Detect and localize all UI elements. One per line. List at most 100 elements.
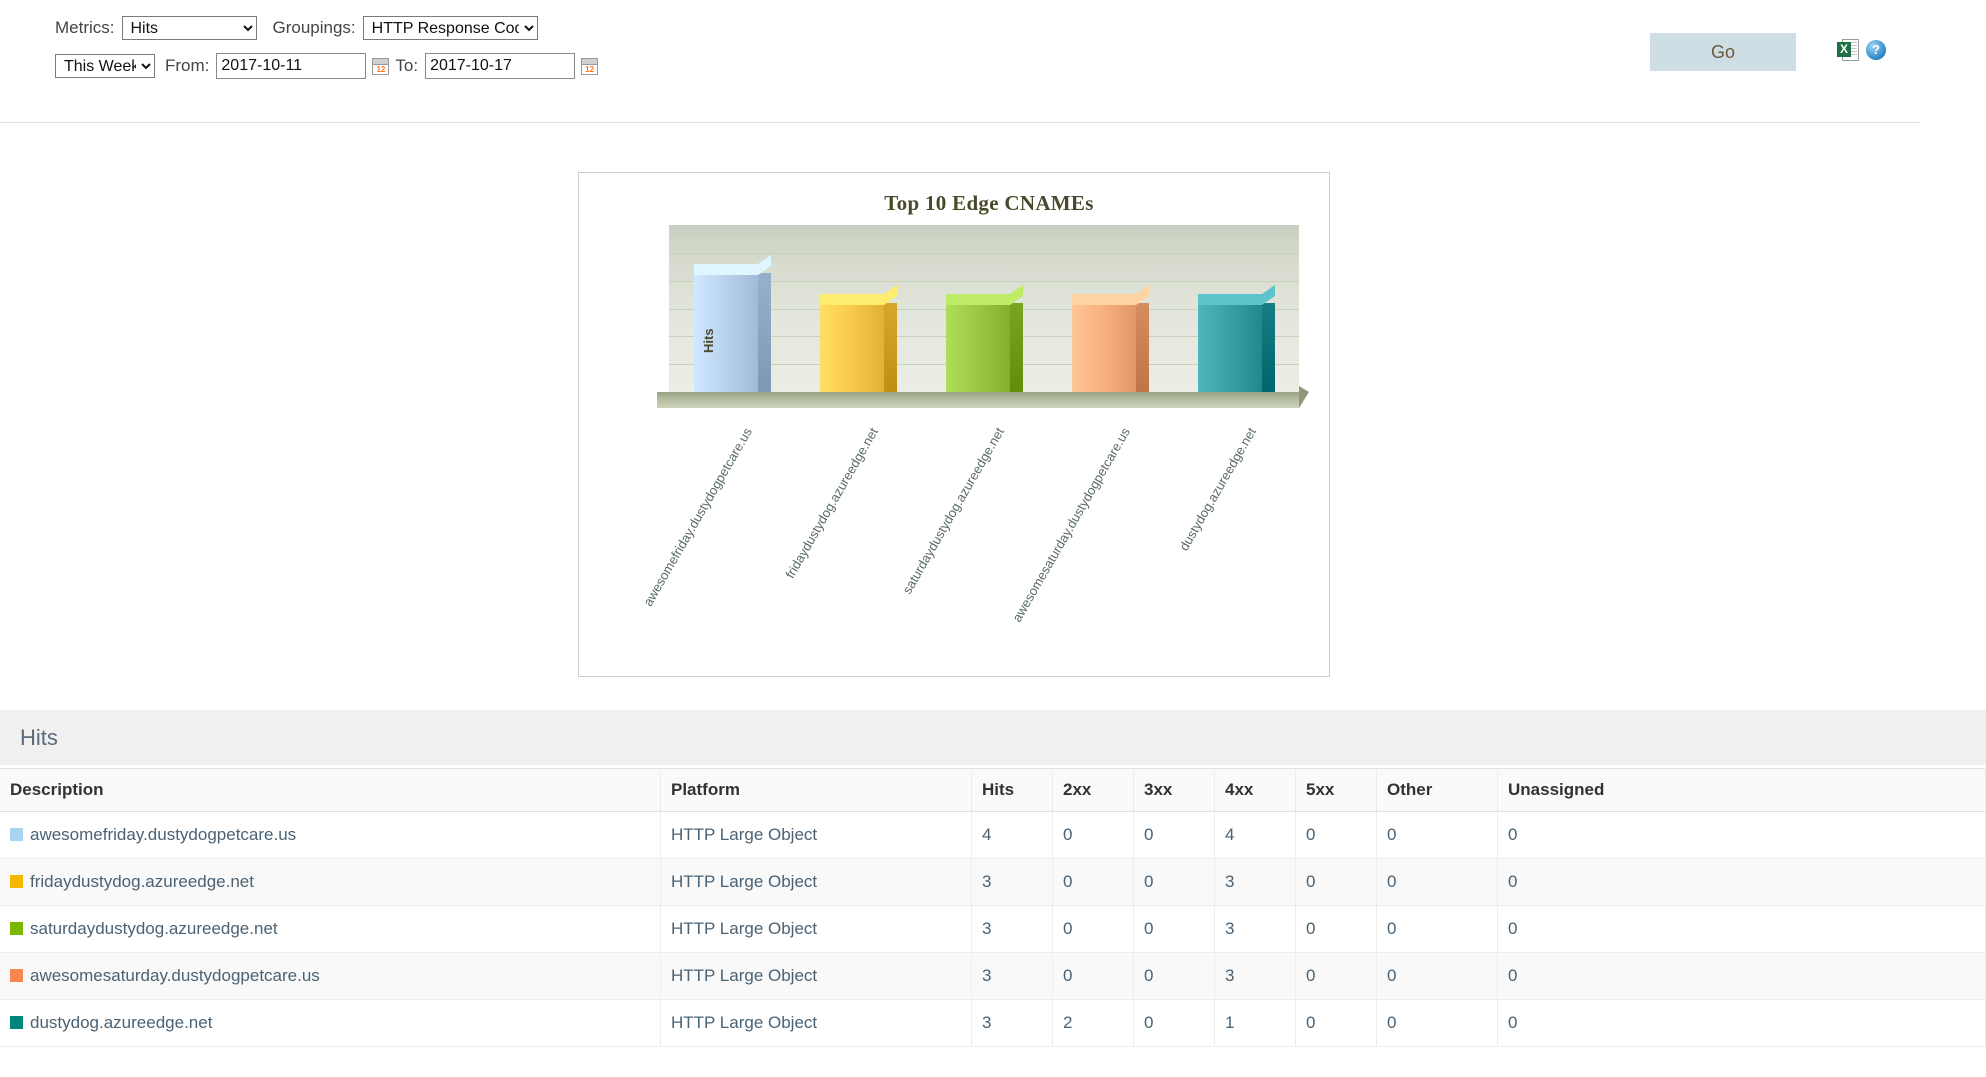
cell-c2xx: 0 <box>1052 811 1134 859</box>
chart-bar-side <box>1136 303 1149 392</box>
chart-bar-top <box>946 294 1010 305</box>
calendar-icon-from[interactable] <box>372 57 390 75</box>
cell-c4xx: 1 <box>1214 999 1296 1047</box>
column-header-3xx[interactable]: 3xx <box>1133 768 1215 812</box>
table-row[interactable]: awesomefriday.dustydogpetcare.us HTTP Lar… <box>0 811 1986 859</box>
cell-c3xx: 0 <box>1133 858 1215 906</box>
chart-axis-base <box>657 386 1309 408</box>
description-text: awesomesaturday.dustydogpetcare.us <box>30 966 320 985</box>
chart-bar-side <box>1010 303 1023 392</box>
cell-c3xx: 0 <box>1133 811 1215 859</box>
cell-hits: 3 <box>971 952 1053 1000</box>
cell-platform: HTTP Large Object <box>660 858 972 906</box>
cell-description: fridaydustydog.azureedge.net <box>0 858 661 906</box>
cell-c2xx: 2 <box>1052 999 1134 1047</box>
cell-c4xx: 3 <box>1214 858 1296 906</box>
groupings-select[interactable]: HTTP Response Codes <box>362 16 538 40</box>
table-head: Description Platform Hits 2xx 3xx 4xx 5x… <box>0 768 1986 812</box>
report-toolbar: Metrics: Hits Groupings: HTTP Response C… <box>0 0 1986 82</box>
toolbar-action-icons: X ? <box>1837 38 1886 62</box>
description-text: saturdaydustydog.azureedge.net <box>30 919 278 938</box>
cell-c4xx: 3 <box>1214 952 1296 1000</box>
cell-c5xx: 0 <box>1295 811 1377 859</box>
cell-c3xx: 0 <box>1133 905 1215 953</box>
column-header-5xx[interactable]: 5xx <box>1295 768 1377 812</box>
chart-title: Top 10 Edge CNAMEs <box>884 191 1094 215</box>
chart-x-label: fridaydustydog.azureedge.net <box>782 425 881 581</box>
cell-description: saturdaydustydog.azureedge.net <box>0 905 661 953</box>
cell-hits: 4 <box>971 811 1053 859</box>
cell-unassigned: 0 <box>1497 999 1986 1047</box>
cell-c2xx: 0 <box>1052 952 1134 1000</box>
cell-other: 0 <box>1376 999 1498 1047</box>
cell-c3xx: 0 <box>1133 999 1215 1047</box>
chart-bar[interactable] <box>946 294 1023 392</box>
cell-unassigned: 0 <box>1497 858 1986 906</box>
chart-bar-side <box>758 273 771 392</box>
cell-hits: 3 <box>971 858 1053 906</box>
table-row[interactable]: saturdaydustydog.azureedge.net HTTP Large… <box>0 905 1986 953</box>
cell-platform: HTTP Large Object <box>660 999 972 1047</box>
series-color-swatch <box>10 1016 23 1029</box>
toolbar-divider <box>0 122 1920 123</box>
cell-c5xx: 0 <box>1295 858 1377 906</box>
chart-plot-wrapper: Hits <box>657 225 1309 415</box>
table-row[interactable]: fridaydustydog.azureedge.net HTTP Large O… <box>0 858 1986 906</box>
series-color-swatch <box>10 922 23 935</box>
cell-description: awesomesaturday.dustydogpetcare.us <box>0 952 661 1000</box>
column-header-2xx[interactable]: 2xx <box>1052 768 1134 812</box>
series-color-swatch <box>10 828 23 841</box>
chart-plot-area <box>669 225 1299 392</box>
description-text: dustydog.azureedge.net <box>30 1013 213 1032</box>
cell-c4xx: 4 <box>1214 811 1296 859</box>
chart-bar-front <box>1198 303 1262 392</box>
cell-other: 0 <box>1376 811 1498 859</box>
chart-bar[interactable] <box>820 294 897 392</box>
from-date-input[interactable] <box>216 53 367 79</box>
cell-hits: 3 <box>971 905 1053 953</box>
cell-description: dustydog.azureedge.net <box>0 999 661 1047</box>
to-label: To: <box>395 56 419 75</box>
calendar-icon-to[interactable] <box>581 57 599 75</box>
table-row[interactable]: awesomesaturday.dustydogpetcare.us HTTP L… <box>0 952 1986 1000</box>
chart-x-label: dustydog.azureedge.net <box>1176 425 1259 554</box>
cell-platform: HTTP Large Object <box>660 811 972 859</box>
to-date-input[interactable] <box>425 53 576 79</box>
description-text: fridaydustydog.azureedge.net <box>30 872 254 891</box>
chart-bar[interactable] <box>1072 294 1149 392</box>
column-header-4xx[interactable]: 4xx <box>1214 768 1296 812</box>
table-body: awesomefriday.dustydogpetcare.us HTTP Lar… <box>0 811 1986 1047</box>
go-button[interactable]: Go <box>1650 33 1796 71</box>
column-header-hits[interactable]: Hits <box>971 768 1053 812</box>
chart-gridline <box>669 252 1299 254</box>
chart-x-label: awesomesaturday.dustydogpetcare.us <box>1009 425 1133 625</box>
cell-other: 0 <box>1376 952 1498 1000</box>
from-label: From: <box>165 56 210 75</box>
column-header-description[interactable]: Description <box>0 768 661 812</box>
table-row[interactable]: dustydog.azureedge.net HTTP Large Object 3… <box>0 999 1986 1047</box>
table-section-title: Hits <box>20 725 58 750</box>
cell-c5xx: 0 <box>1295 905 1377 953</box>
chart-bar-front <box>1072 303 1136 392</box>
column-header-other[interactable]: Other <box>1376 768 1498 812</box>
column-header-platform[interactable]: Platform <box>660 768 972 812</box>
metrics-label: Metrics: <box>55 18 115 37</box>
cell-description: awesomefriday.dustydogpetcare.us <box>0 811 661 859</box>
column-header-unassigned[interactable]: Unassigned <box>1497 768 1986 812</box>
chart-bar-side <box>884 303 897 392</box>
groupings-label: Groupings: <box>272 18 356 37</box>
date-range-select[interactable]: This Week <box>55 54 155 78</box>
metrics-select[interactable]: Hits <box>121 16 257 40</box>
excel-export-icon[interactable]: X <box>1837 38 1859 62</box>
chart-bar[interactable] <box>1198 294 1275 392</box>
cell-platform: HTTP Large Object <box>660 905 972 953</box>
chart-bar-front <box>946 303 1010 392</box>
chart-bar-top <box>694 264 758 275</box>
chart-x-label: saturdaydustydog.azureedge.net <box>899 425 1007 597</box>
chart-x-axis-labels: awesomefriday.dustydogpetcare.us fridaydu… <box>640 425 1309 675</box>
cell-c5xx: 0 <box>1295 952 1377 1000</box>
chart-bar-front <box>820 303 884 392</box>
cell-platform: HTTP Large Object <box>660 952 972 1000</box>
help-icon[interactable]: ? <box>1866 40 1886 60</box>
cell-unassigned: 0 <box>1497 952 1986 1000</box>
